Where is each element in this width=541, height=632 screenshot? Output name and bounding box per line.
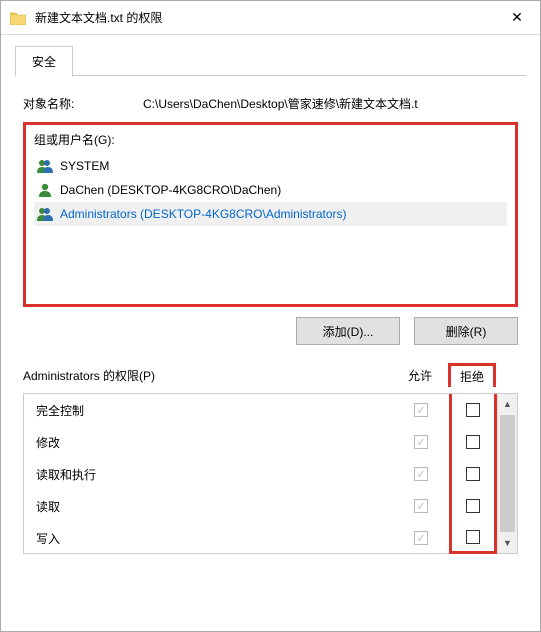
permissions-header-label: Administrators 的权限(P) (23, 367, 392, 384)
permission-row: 修改✓ (24, 426, 497, 458)
tab-content: 对象名称: C:\Users\DaChen\Desktop\管家速修\新建文本文… (1, 77, 540, 554)
titlebar: 新建文本文档.txt 的权限 ✕ (1, 1, 540, 35)
close-icon: ✕ (511, 9, 523, 26)
deny-checkbox[interactable] (449, 490, 497, 522)
deny-column-header: 拒绝 (448, 363, 496, 387)
user-row[interactable]: SYSTEM (34, 154, 507, 178)
tab-security[interactable]: 安全 (15, 46, 73, 77)
allow-column-header: 允许 (392, 367, 448, 384)
tab-strip: 安全 (1, 35, 540, 77)
folder-icon (9, 9, 27, 27)
permissions-header: Administrators 的权限(P) 允许 拒绝 (23, 345, 518, 393)
add-button[interactable]: 添加(D)... (296, 317, 400, 345)
user-icon (36, 181, 54, 199)
group-users-label: 组或用户名(G): (34, 131, 507, 152)
deny-checkbox[interactable] (449, 458, 497, 490)
permission-name: 读取和执行 (36, 466, 393, 483)
object-value: C:\Users\DaChen\Desktop\管家速修\新建文本文档.t (143, 95, 518, 112)
permission-row: 完全控制✓ (24, 394, 497, 426)
deny-checkbox[interactable] (449, 394, 497, 426)
user-name: SYSTEM (60, 159, 109, 173)
permission-name: 完全控制 (36, 402, 393, 419)
allow-checkbox[interactable]: ✓ (393, 403, 449, 417)
deny-checkbox[interactable] (449, 522, 497, 554)
allow-checkbox[interactable]: ✓ (393, 435, 449, 449)
scroll-thumb[interactable] (500, 415, 515, 532)
allow-checkbox[interactable]: ✓ (393, 499, 449, 513)
allow-checkbox[interactable]: ✓ (393, 467, 449, 481)
deny-checkbox[interactable] (449, 426, 497, 458)
permission-name: 修改 (36, 434, 393, 451)
user-list[interactable]: SYSTEM DaChen (DESKTOP-4KG8CRO\DaChen) Adm… (34, 152, 507, 226)
permission-name: 读取 (36, 498, 393, 515)
permission-row: 写入✓ (24, 522, 497, 554)
users-icon (36, 157, 54, 175)
group-users-box: 组或用户名(G): SYSTEM DaChen (DESKTOP-4KG8CRO\… (23, 122, 518, 307)
window-title: 新建文本文档.txt 的权限 (35, 9, 494, 26)
remove-button[interactable]: 删除(R) (414, 317, 518, 345)
user-row[interactable]: DaChen (DESKTOP-4KG8CRO\DaChen) (34, 178, 507, 202)
allow-checkbox[interactable]: ✓ (393, 531, 449, 545)
permission-name: 写入 (36, 530, 393, 547)
button-row: 添加(D)... 删除(R) (23, 307, 518, 345)
scrollbar[interactable]: ▲ ▼ (497, 394, 517, 553)
users-icon (36, 205, 54, 223)
scroll-up-icon[interactable]: ▲ (498, 394, 517, 414)
user-row[interactable]: Administrators (DESKTOP-4KG8CRO\Administ… (34, 202, 507, 226)
permissions-rows: 完全控制✓修改✓读取和执行✓读取✓写入✓ (24, 394, 497, 553)
close-button[interactable]: ✕ (494, 1, 540, 35)
permissions-box: 完全控制✓修改✓读取和执行✓读取✓写入✓ ▲ ▼ (23, 393, 518, 554)
object-row: 对象名称: C:\Users\DaChen\Desktop\管家速修\新建文本文… (23, 91, 518, 122)
permission-row: 读取✓ (24, 490, 497, 522)
user-name: DaChen (DESKTOP-4KG8CRO\DaChen) (60, 183, 281, 197)
scroll-down-icon[interactable]: ▼ (498, 533, 517, 553)
permission-row: 读取和执行✓ (24, 458, 497, 490)
object-label: 对象名称: (23, 95, 143, 112)
user-name: Administrators (DESKTOP-4KG8CRO\Administ… (60, 207, 347, 221)
